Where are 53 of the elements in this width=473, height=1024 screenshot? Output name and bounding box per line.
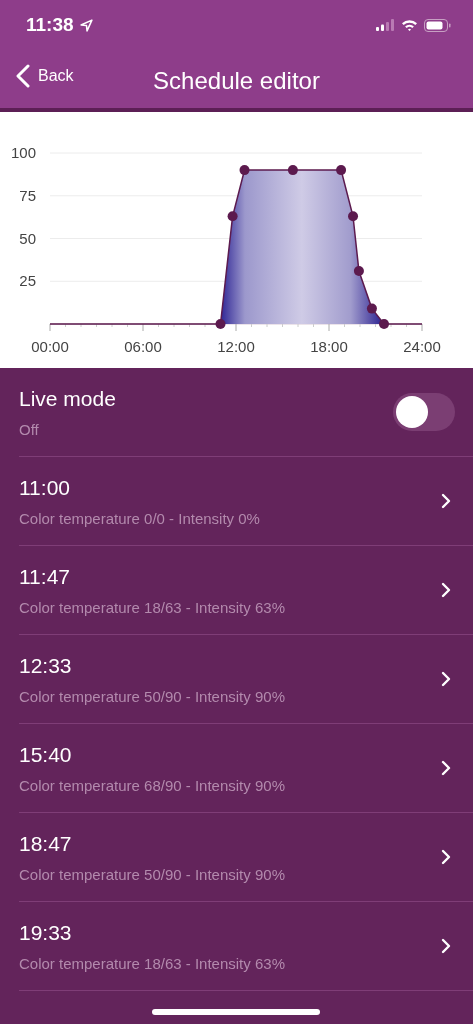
- x-tick-label: 00:00: [31, 338, 69, 355]
- schedule-entry[interactable]: 15:40 Color temperature 68/90 - Intensity 90%: [19, 724, 473, 813]
- data-point[interactable]: [348, 211, 359, 222]
- data-point[interactable]: [215, 319, 226, 329]
- battery-icon: [424, 18, 451, 32]
- signal-icon: [376, 19, 395, 31]
- entry-detail: Color temperature 18/63 - Intensity 63%: [19, 954, 286, 972]
- data-point[interactable]: [287, 165, 298, 176]
- x-tick-label: 24:00: [403, 338, 441, 355]
- entry-detail: Color temperature 68/90 - Intensity 90%: [19, 776, 286, 794]
- entry-time: 15:40: [19, 742, 73, 767]
- y-tick-label: 50: [19, 229, 36, 247]
- screen-title: Schedule editor: [153, 67, 320, 95]
- data-point[interactable]: [353, 266, 364, 276]
- schedule-entry[interactable]: 18:47 Color temperature 50/90 - Intensity 90%: [19, 813, 473, 902]
- schedule-entry[interactable]: 11:00 Color temperature 0/0 - Intensity 0%: [19, 457, 473, 546]
- schedule-entry[interactable]: 11:47 Color temperature 18/63 - Intensity 63%: [19, 546, 473, 635]
- y-tick-label: 25: [19, 272, 36, 290]
- chevron-right-icon: [441, 938, 451, 954]
- live-mode-label: Live mode: [19, 386, 117, 411]
- entry-detail: Color temperature 18/63 - Intensity 63%: [19, 598, 286, 616]
- entry-detail: Color temperature 50/90 - Intensity 90%: [19, 687, 286, 705]
- chevron-right-icon: [441, 849, 451, 865]
- status-time: 11:38: [26, 14, 74, 36]
- live-mode-state: Off: [19, 420, 40, 438]
- back-button[interactable]: Back: [12, 60, 78, 92]
- entry-time: 11:00: [19, 475, 71, 500]
- schedule-entry[interactable]: 19:33 Color temperature 18/63 - Intensity 63%: [19, 902, 473, 991]
- live-mode-toggle[interactable]: [393, 393, 455, 431]
- chevron-right-icon: [441, 582, 451, 598]
- chevron-right-icon: [441, 493, 451, 509]
- entry-time: 18:47: [19, 831, 73, 856]
- location-arrow-icon: [79, 18, 93, 32]
- data-point[interactable]: [239, 165, 250, 176]
- x-tick-label: 06:00: [124, 338, 162, 355]
- x-tick-label: 18:00: [310, 338, 348, 355]
- entry-time: 19:33: [19, 920, 73, 945]
- chevron-right-icon: [441, 671, 451, 687]
- entry-detail: Color temperature 0/0 - Intensity 0%: [19, 509, 261, 527]
- schedule-entry[interactable]: 12:33 Color temperature 50/90 - Intensity 90%: [19, 635, 473, 724]
- y-tick-label: 100: [10, 144, 36, 161]
- chevron-right-icon: [441, 760, 451, 776]
- wifi-icon: [401, 19, 418, 31]
- entry-time: 12:33: [19, 653, 73, 678]
- data-point[interactable]: [379, 319, 390, 329]
- data-point[interactable]: [227, 211, 238, 222]
- entry-time: 11:47: [19, 564, 71, 589]
- y-tick-label: 75: [19, 186, 36, 204]
- x-tick-label: 12:00: [217, 338, 255, 355]
- data-point[interactable]: [336, 165, 347, 176]
- data-point[interactable]: [366, 303, 377, 314]
- entry-detail: Color temperature 50/90 - Intensity 90%: [19, 865, 286, 883]
- chevron-left-icon: [16, 64, 30, 88]
